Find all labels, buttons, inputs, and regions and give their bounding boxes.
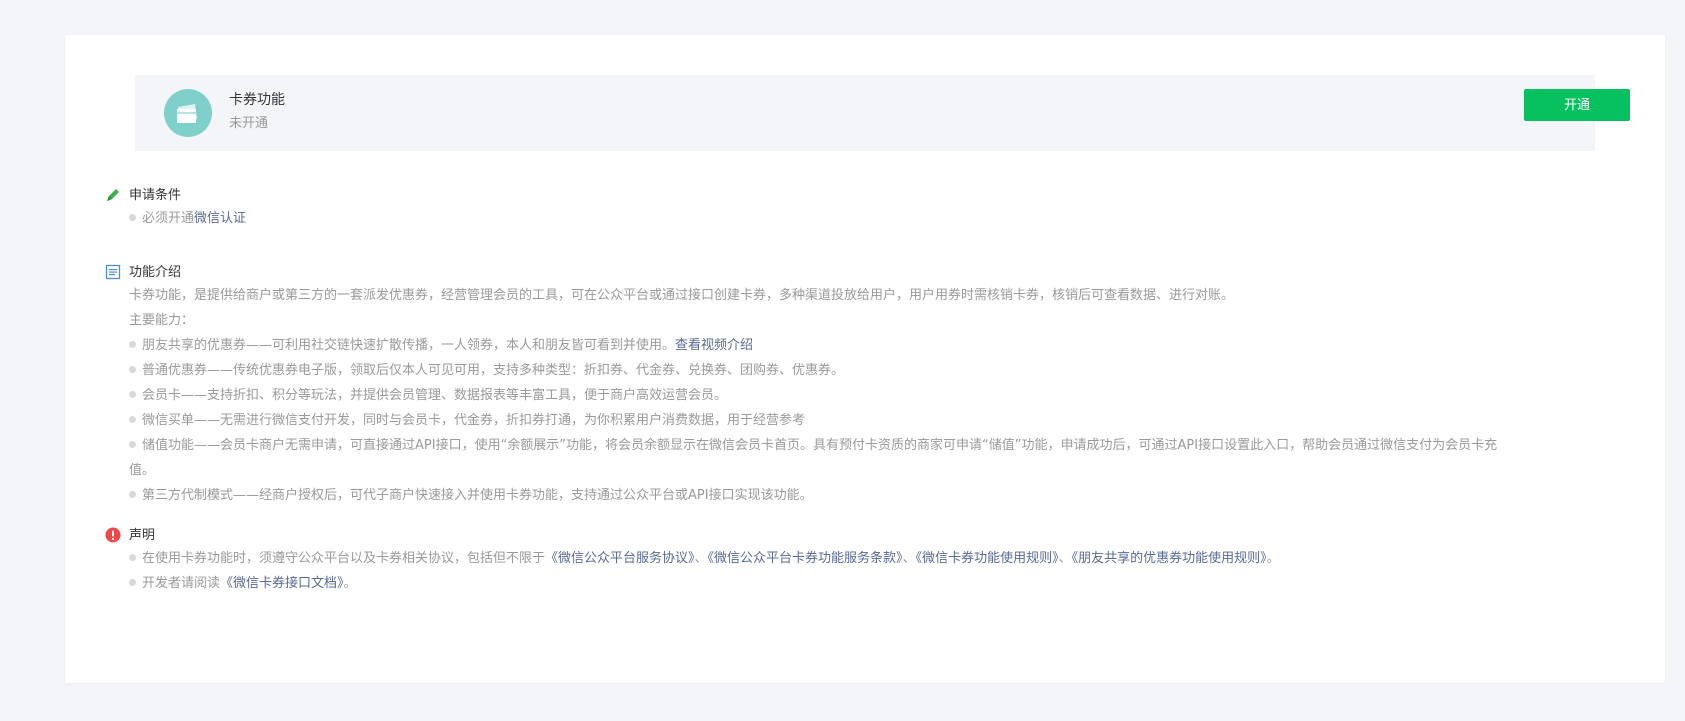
video-intro-link[interactable]: 查看视频介绍: [675, 338, 753, 353]
period: 。: [1266, 551, 1280, 566]
list-item: 朋友共享的优惠券——可利用社交链快速扩散传播，一人领券，本人和朋友皆可看到并使用…: [129, 333, 1629, 358]
statement-text: 在使用卡券功能时，须遵守公众平台以及卡券相关协议，包括但不限于: [142, 551, 546, 566]
wechat-verify-link[interactable]: 微信认证: [194, 211, 246, 226]
pencil-icon: [107, 189, 119, 201]
bullet-dot: [129, 366, 136, 373]
warning-icon: [105, 527, 121, 543]
separator: 、: [1058, 551, 1072, 566]
list-item: 微信买单——无需进行微信支付开发，同时与会员卡，代金券，折扣券打通，为你积累用户…: [129, 408, 1629, 433]
card-service-terms-link[interactable]: 《微信公众平台卡券功能服务条款》: [708, 551, 903, 566]
list-item: 必须开通微信认证: [129, 206, 1629, 231]
card-icon: [164, 89, 212, 137]
list-item: 会员卡——支持折扣、积分等玩法，并提供会员管理、数据报表等丰富工具，便于商户高效…: [129, 383, 1629, 408]
bullet-dot: [129, 554, 136, 561]
list-item: 第三方代制模式——经商户授权后，可代子商户快速接入并使用卡券功能，支持通过公众平…: [129, 483, 1629, 508]
statement-text: 开发者请阅读: [142, 576, 221, 591]
list-item: 开发者请阅读《微信卡券接口文档》。: [129, 571, 1629, 596]
card-usage-rules-link[interactable]: 《微信卡券功能使用规则》: [916, 551, 1059, 566]
separator: 、: [902, 551, 916, 566]
intro-description: 卡券功能，是提供给商户或第三方的一套派发优惠券，经营管理会员的工具，可在公众平台…: [129, 288, 1235, 303]
conditions-section: 申请条件 必须开通微信认证: [105, 184, 1665, 231]
statement-section: 声明 在使用卡券功能时，须遵守公众平台以及卡券相关协议，包括但不限于《微信公众平…: [105, 524, 1665, 596]
shared-coupon-rules-link[interactable]: 《朋友共享的优惠券功能使用规则》: [1072, 551, 1267, 566]
ability-text: 朋友共享的优惠券——可利用社交链快速扩散传播，一人领券，本人和朋友皆可看到并使用…: [142, 338, 676, 353]
conditions-title: 申请条件: [129, 188, 182, 203]
main-card: 卡券功能 未开通 开通 申请条件 必须开通微信认证 功能介绍 卡券功能，是提供给…: [65, 35, 1665, 683]
bullet-dot: [129, 579, 136, 586]
bullet-dot: [129, 441, 136, 448]
ability-text-continued: 值。: [129, 463, 156, 478]
feature-banner: 卡券功能 未开通 开通: [135, 75, 1630, 151]
ability-text: 微信买单——无需进行微信支付开发，同时与会员卡，代金券，折扣券打通，为你积累用户…: [142, 413, 806, 428]
main-abilities-label: 主要能力：: [129, 313, 195, 328]
feature-status: 未开通: [229, 116, 269, 131]
list-item: 普通优惠券——传统优惠券电子版，领取后仅本人可见可用，支持多种类型：折扣券、代金…: [129, 358, 1629, 383]
document-icon: [105, 264, 121, 280]
intro-title: 功能介绍: [129, 265, 182, 280]
ability-text: 普通优惠券——传统优惠券电子版，领取后仅本人可见可用，支持多种类型：折扣券、代金…: [142, 363, 845, 378]
ability-text: 会员卡——支持折扣、积分等玩法，并提供会员管理、数据报表等丰富工具，便于商户高效…: [142, 388, 728, 403]
bullet-dot: [129, 214, 136, 221]
list-item: 储值功能——会员卡商户无需申请，可直接通过API接口，使用“余额展示”功能，将会…: [129, 433, 1629, 483]
intro-section: 功能介绍 卡券功能，是提供给商户或第三方的一套派发优惠券，经营管理会员的工具，可…: [105, 261, 1665, 508]
ability-text: 第三方代制模式——经商户授权后，可代子商户快速接入并使用卡券功能，支持通过公众平…: [142, 488, 813, 503]
bullet-dot: [129, 416, 136, 423]
feature-title: 卡券功能: [229, 92, 285, 108]
statement-title: 声明: [129, 528, 156, 543]
bullet-dot: [129, 391, 136, 398]
platform-service-agreement-link[interactable]: 《微信公众平台服务协议》: [545, 551, 695, 566]
period: 。: [343, 576, 357, 591]
bullet-dot: [129, 491, 136, 498]
bullet-dot: [129, 341, 136, 348]
separator: 、: [694, 551, 708, 566]
condition-text: 必须开通: [142, 211, 195, 226]
ability-text: 储值功能——会员卡商户无需申请，可直接通过API接口，使用“余额展示”功能，将会…: [142, 438, 1498, 453]
card-api-doc-link[interactable]: 《微信卡券接口文档》: [220, 576, 344, 591]
list-item: 在使用卡券功能时，须遵守公众平台以及卡券相关协议，包括但不限于《微信公众平台服务…: [129, 546, 1629, 571]
enable-button[interactable]: 开通: [1524, 89, 1630, 121]
